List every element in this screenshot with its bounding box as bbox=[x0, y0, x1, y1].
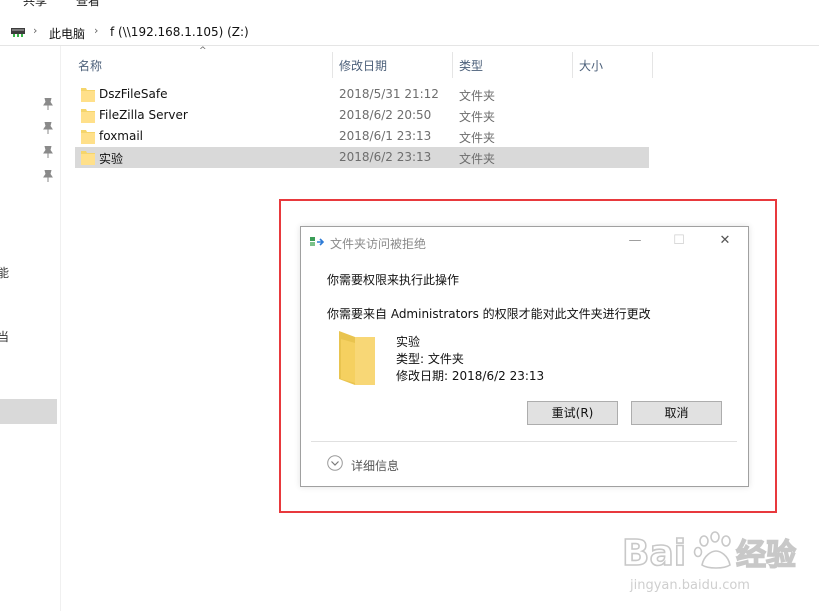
nav-item-selected[interactable] bbox=[0, 399, 57, 424]
pin-icon[interactable] bbox=[43, 98, 53, 110]
folder-type: 类型: 文件夹 bbox=[396, 352, 464, 366]
file-date: 2018/6/2 23:13 bbox=[339, 150, 432, 164]
network-drive-icon bbox=[11, 28, 25, 37]
column-divider[interactable] bbox=[452, 52, 453, 78]
table-row[interactable]: FileZilla Server 2018/6/2 20:50 文件夹 bbox=[75, 105, 649, 126]
minimize-icon[interactable]: — bbox=[625, 232, 645, 250]
table-row[interactable]: DszFileSafe 2018/5/31 21:12 文件夹 bbox=[75, 84, 649, 105]
file-name: FileZilla Server bbox=[99, 108, 188, 122]
file-name: DszFileSafe bbox=[99, 87, 168, 101]
table-row[interactable]: foxmail 2018/6/1 23:13 文件夹 bbox=[75, 126, 649, 147]
dialog-heading: 你需要权限来执行此操作 bbox=[327, 273, 460, 287]
folder-name: 实验 bbox=[396, 335, 421, 349]
column-header-type[interactable]: 类型 bbox=[459, 52, 569, 78]
pin-icon[interactable] bbox=[43, 170, 53, 182]
file-name: foxmail bbox=[99, 129, 144, 143]
file-type: 文件夹 bbox=[459, 110, 496, 124]
folder-icon bbox=[81, 109, 95, 123]
cancel-button[interactable]: 取消 bbox=[631, 401, 722, 425]
breadcrumb-this-pc[interactable]: 此电脑 bbox=[49, 25, 85, 42]
dialog-title: 文件夹访问被拒绝 bbox=[330, 237, 427, 251]
file-name: 实验 bbox=[99, 152, 124, 166]
retry-button[interactable]: 重试(R) bbox=[527, 401, 618, 425]
column-divider[interactable] bbox=[652, 52, 653, 78]
column-header-modified[interactable]: 修改日期 bbox=[339, 52, 449, 78]
pin-icon[interactable] bbox=[43, 122, 53, 134]
folder-icon bbox=[81, 151, 95, 165]
chevron-right-icon[interactable]: › bbox=[94, 24, 98, 37]
svg-text:经验: 经验 bbox=[736, 538, 796, 573]
breadcrumb-network-drive[interactable]: f (\\192.168.1.105) (Z:) bbox=[110, 25, 249, 39]
nav-item-partial[interactable]: 当 bbox=[0, 328, 9, 345]
folder-icon bbox=[339, 331, 375, 385]
dialog-message: 你需要来自 Administrators 的权限才能对此文件夹进行更改 bbox=[327, 307, 651, 321]
details-toggle[interactable]: 详细信息 bbox=[351, 457, 399, 474]
navigation-pane: 能 当 bbox=[0, 46, 61, 611]
column-header-name[interactable]: 名称 bbox=[78, 52, 328, 78]
nav-item-partial[interactable]: 能 bbox=[0, 264, 9, 281]
ribbon-tab-view[interactable]: 查看 bbox=[76, 0, 100, 9]
pin-icon[interactable] bbox=[43, 146, 53, 158]
maximize-icon: ☐ bbox=[673, 233, 685, 248]
file-type: 文件夹 bbox=[459, 152, 496, 166]
chevron-right-icon[interactable]: › bbox=[33, 24, 37, 37]
address-bar[interactable]: › 此电脑 › f (\\192.168.1.105) (Z:) bbox=[0, 19, 819, 46]
folder-icon bbox=[81, 88, 95, 102]
access-denied-dialog: 文件夹访问被拒绝 — ☐ ✕ 你需要权限来执行此操作 你需要来自 Adminis… bbox=[300, 226, 749, 487]
file-type: 文件夹 bbox=[459, 89, 496, 103]
column-divider[interactable] bbox=[332, 52, 333, 78]
dialog-divider bbox=[311, 441, 737, 442]
file-type: 文件夹 bbox=[459, 131, 496, 145]
folder-move-icon bbox=[310, 237, 325, 246]
svg-text:Bai: Bai bbox=[622, 533, 686, 574]
close-icon[interactable]: ✕ bbox=[715, 232, 735, 250]
folder-icon bbox=[81, 130, 95, 144]
table-row-selected[interactable]: 实验 2018/6/2 23:13 文件夹 bbox=[75, 147, 649, 168]
file-date: 2018/5/31 21:12 bbox=[339, 87, 439, 101]
folder-modified: 修改日期: 2018/6/2 23:13 bbox=[396, 369, 545, 383]
svg-text:jingyan.baidu.com: jingyan.baidu.com bbox=[629, 578, 750, 593]
file-date: 2018/6/2 20:50 bbox=[339, 108, 432, 122]
column-header-size[interactable]: 大小 bbox=[579, 52, 649, 78]
baidu-jingyan-watermark: Bai 经验 jingyan.baidu.com bbox=[621, 531, 797, 593]
chevron-down-circle-icon[interactable] bbox=[327, 455, 343, 471]
column-divider[interactable] bbox=[572, 52, 573, 78]
file-date: 2018/6/1 23:13 bbox=[339, 129, 432, 143]
ribbon-tabs: 共享 查看 bbox=[0, 0, 819, 8]
ribbon-tab-share[interactable]: 共享 bbox=[23, 0, 47, 9]
